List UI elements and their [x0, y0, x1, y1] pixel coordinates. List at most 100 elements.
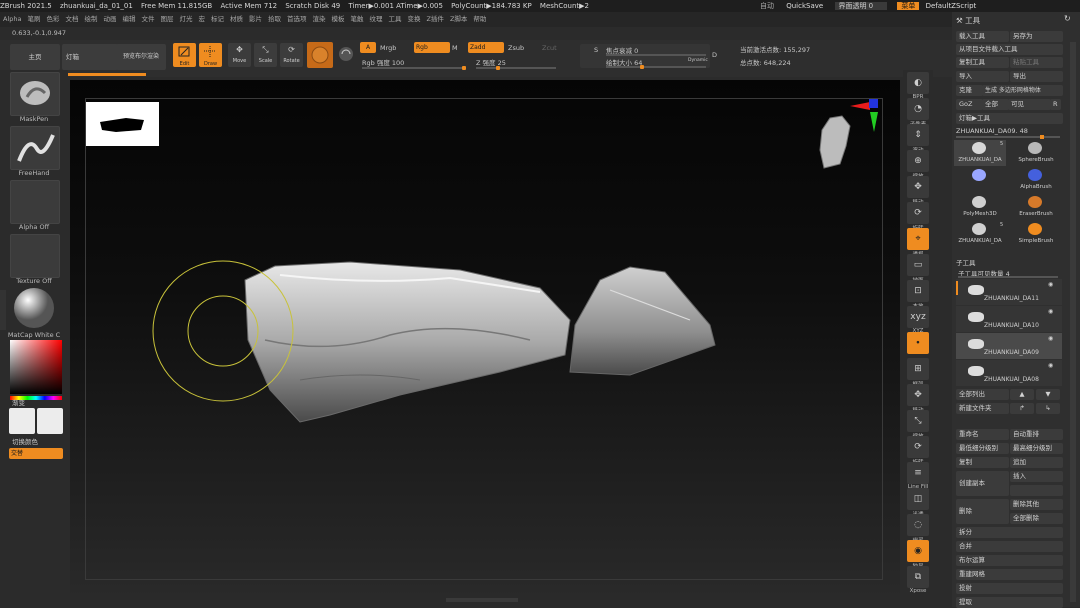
stroke-thumbnail[interactable]	[10, 126, 60, 170]
z-intensity-knob[interactable]	[496, 66, 500, 70]
menu-item[interactable]: 文档	[65, 12, 78, 27]
viewport-tool-icon[interactable]: ⟳	[907, 202, 929, 224]
arrow-up-right-icon[interactable]: ↱	[1010, 403, 1034, 414]
move-up-icon[interactable]: ▲	[1010, 389, 1034, 400]
viewport-tool-icon[interactable]: ⊞	[907, 358, 929, 380]
subtool-row[interactable]: ◉ ZHUANKUAI_DA11	[956, 279, 1062, 305]
tool-thumbnail[interactable]: EraserBrush	[1010, 194, 1062, 220]
import-button[interactable]: 导入	[956, 71, 1009, 82]
menu-item[interactable]: 图层	[160, 12, 173, 27]
load-tool-button[interactable]: 载入工具	[956, 31, 1009, 42]
merge-button[interactable]: 合并	[956, 541, 1063, 552]
insert-button[interactable]: 插入	[1010, 471, 1063, 482]
move-button[interactable]: ✥ Move	[228, 43, 251, 67]
make-polymesh-button[interactable]: 生成 多边形网格物体	[982, 85, 1063, 96]
menu-button[interactable]: 菜单	[897, 2, 920, 10]
focal-shift-slider[interactable]	[606, 54, 706, 56]
bottom-collapse-handle[interactable]	[446, 598, 518, 602]
menu-item[interactable]: 帮助	[473, 12, 486, 27]
zcut-toggle[interactable]: Zcut	[542, 44, 557, 52]
tool-thumbnail[interactable]: PolyMesh3D	[954, 194, 1006, 220]
subtool-row[interactable]: ◉ ZHUANKUAI_DA10	[956, 306, 1062, 332]
save-as-button[interactable]: 另存为	[1010, 31, 1063, 42]
secondary-color-swatch[interactable]	[37, 408, 63, 434]
viewport-tool-icon[interactable]: ✥	[907, 176, 929, 198]
create-copy-button[interactable]: 创建副本	[956, 471, 1009, 496]
zadd-toggle[interactable]: Zadd	[468, 42, 504, 53]
new-folder-button[interactable]: 新建文件夹	[956, 403, 1009, 414]
left-collapse-handle[interactable]	[0, 290, 6, 330]
texture-thumbnail[interactable]	[10, 234, 60, 278]
load-from-project-button[interactable]: 从项目文件载入工具	[956, 44, 1063, 55]
viewport-tool-icon[interactable]: ◌	[907, 514, 929, 536]
zsub-toggle[interactable]: Zsub	[508, 44, 524, 52]
current-tool-knob[interactable]	[1040, 135, 1044, 139]
eye-icon[interactable]: ◉	[1048, 308, 1053, 315]
menu-item[interactable]: 笔触	[350, 12, 363, 27]
tab-preview-boolean[interactable]: 预览布尔渲染	[116, 44, 166, 70]
rgb-intensity-knob[interactable]	[462, 66, 466, 70]
rgb-toggle[interactable]: Rgb	[414, 42, 450, 53]
menu-item[interactable]: 宏	[198, 12, 205, 27]
tool-thumbnail[interactable]: SimpleBrush	[1010, 221, 1062, 247]
viewport-tool-icon[interactable]: ⊡	[907, 280, 929, 302]
eye-icon[interactable]: ◉	[1048, 362, 1053, 369]
rock-large[interactable]	[244, 261, 571, 423]
viewport-tool-icon[interactable]: ⇕	[907, 124, 929, 146]
lightbox-tools-button[interactable]: 灯箱▶工具	[956, 113, 1063, 124]
refresh-icon[interactable]: ↻	[1064, 14, 1071, 23]
lowest-res-button[interactable]: 最低细分级别	[956, 443, 1009, 454]
subtool-row[interactable]: ◉ ZHUANKUAI_DA08	[956, 360, 1062, 386]
tool-thumbnail[interactable]: SphereBrush	[1010, 140, 1062, 166]
delete-button[interactable]: 删除	[956, 499, 1009, 524]
extract-button[interactable]: 提取	[956, 597, 1063, 608]
export-button[interactable]: 导出	[1010, 71, 1063, 82]
gradient-label[interactable]: 渐变	[12, 397, 25, 407]
tool-thumbnail[interactable]	[954, 167, 1006, 193]
color-picker[interactable]	[10, 340, 62, 394]
menu-item[interactable]: 标记	[211, 12, 224, 27]
all-button[interactable]: 全部	[982, 99, 1009, 110]
eye-icon[interactable]: ◉	[1048, 335, 1053, 342]
draw-size-slider[interactable]	[606, 66, 706, 68]
tab-home[interactable]: 主页	[10, 44, 60, 70]
rgb-intensity-slider[interactable]	[362, 67, 466, 69]
rename-button[interactable]: 重命名	[956, 429, 1009, 440]
primary-color-swatch[interactable]	[9, 408, 35, 434]
alternate-toggle[interactable]: 交替	[9, 448, 63, 459]
m-toggle[interactable]: M	[452, 44, 458, 52]
menu-item[interactable]: Z脚本	[450, 12, 467, 27]
menu-item[interactable]: Alpha	[3, 12, 21, 27]
draw-button[interactable]: Draw	[199, 43, 222, 67]
viewport-tool-icon[interactable]: ⧉	[907, 566, 929, 588]
brush-thumbnail[interactable]	[10, 72, 60, 116]
highest-res-button[interactable]: 最高细分级别	[1010, 443, 1063, 454]
viewport-tool-icon[interactable]: ◫	[907, 488, 929, 510]
viewport-tool-icon[interactable]: ⊕	[907, 150, 929, 172]
material-thumbnail[interactable]	[12, 286, 56, 330]
arrow-down-right-icon[interactable]: ↳	[1036, 403, 1060, 414]
navigation-head-gizmo[interactable]	[819, 115, 851, 169]
viewport-tool-icon[interactable]: ≡	[907, 462, 929, 484]
remesh-button[interactable]: 重建网格	[956, 569, 1063, 580]
draw-size-knob[interactable]	[640, 65, 644, 69]
move-down-icon[interactable]: ▼	[1036, 389, 1060, 400]
paste-tool-button[interactable]: 粘贴工具	[1010, 57, 1063, 68]
viewport-tool-icon[interactable]: ▭	[907, 254, 929, 276]
menu-item[interactable]: 影片	[249, 12, 262, 27]
menu-item[interactable]: 动画	[103, 12, 116, 27]
tool-thumbnail[interactable]: ZHUANKUAI_DA 5	[954, 140, 1006, 166]
subtool-count-slider[interactable]	[958, 276, 1058, 278]
current-tool-slider[interactable]	[956, 136, 1060, 138]
menu-item[interactable]: 灯光	[179, 12, 192, 27]
insert-extra[interactable]	[1010, 485, 1063, 496]
goz-button[interactable]: GoZ	[956, 99, 983, 110]
axis-gizmo[interactable]	[850, 99, 878, 132]
viewport-tool-icon[interactable]: ◉	[907, 540, 929, 562]
menu-item[interactable]: 工具	[388, 12, 401, 27]
tab-lightbox[interactable]: 灯箱	[62, 44, 118, 70]
list-all-button[interactable]: 全部列出	[956, 389, 1009, 400]
dynamic-toggle[interactable]: Dynamic	[688, 58, 708, 63]
split-button[interactable]: 拆分	[956, 527, 1063, 538]
viewport-tool-icon[interactable]: ◐	[907, 72, 929, 94]
